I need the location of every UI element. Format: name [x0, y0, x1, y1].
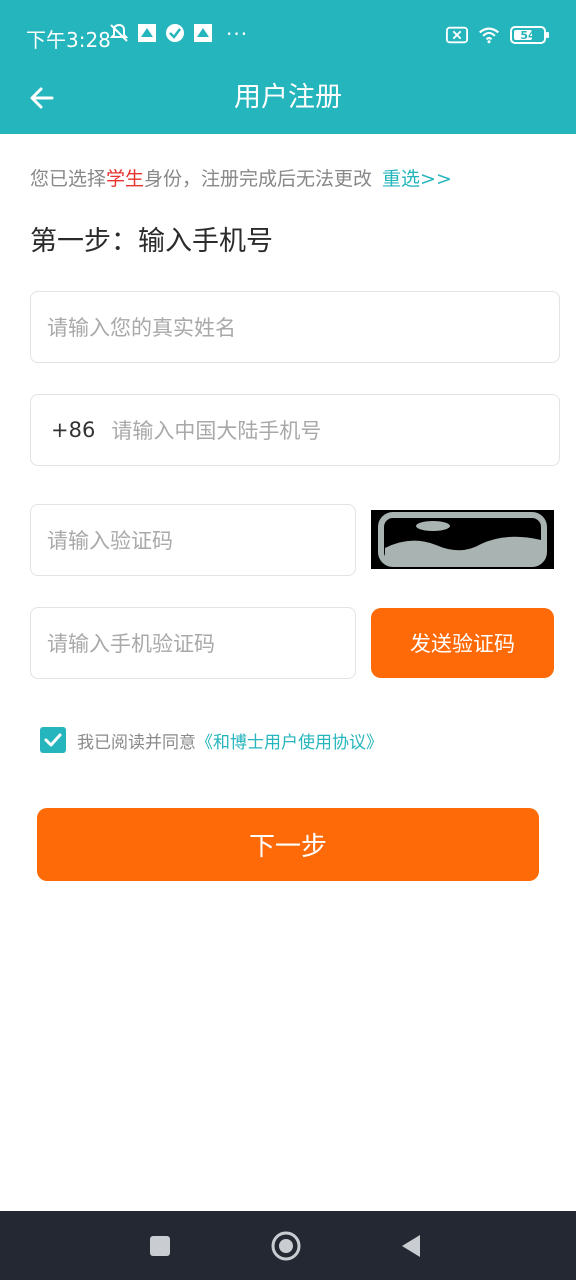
notice-suffix: 身份，注册完成后无法更改	[144, 168, 373, 190]
wifi-icon	[478, 24, 500, 46]
image-placeholder-icon	[371, 510, 554, 569]
captcha-input[interactable]: 请输入验证码	[30, 504, 356, 576]
bell-muted-icon	[108, 22, 130, 44]
sms-placeholder: 请输入手机验证码	[47, 632, 215, 656]
country-code: +86	[51, 418, 96, 442]
check-circle-icon	[164, 22, 186, 44]
phone-placeholder: 请输入中国大陆手机号	[111, 419, 322, 443]
status-time: 下午3:28	[26, 28, 111, 52]
status-notification-icons	[108, 22, 214, 44]
notice-prefix: 您已选择	[30, 168, 107, 190]
send-code-button[interactable]: 发送验证码	[371, 608, 554, 678]
battery-level: 54	[520, 28, 536, 42]
role-notice: 您已选择学生身份，注册完成后无法更改 重选>>	[30, 164, 452, 194]
name-placeholder: 请输入您的真实姓名	[47, 316, 236, 340]
battery-icon: 54	[510, 26, 549, 44]
header: 用户注册	[0, 68, 576, 134]
page-title: 用户注册	[234, 82, 342, 113]
selected-role: 学生	[106, 168, 145, 190]
system-nav-bar	[0, 1211, 576, 1280]
agreement-checkbox[interactable]	[40, 727, 66, 753]
home-circle-icon	[271, 1231, 301, 1261]
app-notification-icon	[136, 22, 158, 44]
home-button[interactable]	[271, 1231, 301, 1261]
captcha-placeholder: 请输入验证码	[47, 529, 173, 553]
back-nav-button[interactable]	[396, 1231, 426, 1261]
agreement-row: 我已阅读并同意 《和博士用户使用协议》	[40, 727, 383, 753]
agreement-link[interactable]: 《和博士用户使用协议》	[196, 728, 383, 753]
recent-apps-button[interactable]	[145, 1231, 175, 1261]
square-icon	[150, 1236, 170, 1256]
name-input[interactable]: 请输入您的真实姓名	[30, 291, 560, 363]
check-icon	[44, 733, 62, 747]
step-title: 第一步：输入手机号	[30, 226, 273, 257]
captcha-image[interactable]	[371, 510, 554, 569]
status-bar: 下午3:28 ··· 54	[0, 0, 576, 68]
reselect-link[interactable]: 重选>>	[382, 168, 452, 190]
more-notifications-icon: ···	[226, 22, 249, 46]
next-step-button[interactable]: 下一步	[37, 808, 539, 881]
sim-x-icon	[446, 24, 468, 46]
agreement-text: 我已阅读并同意	[77, 732, 196, 753]
status-system-icons: 54	[446, 24, 549, 46]
app-notification-icon	[192, 22, 214, 44]
phone-input[interactable]: +86 请输入中国大陆手机号	[30, 394, 560, 466]
sms-code-input[interactable]: 请输入手机验证码	[30, 607, 356, 679]
triangle-back-icon	[402, 1235, 420, 1257]
